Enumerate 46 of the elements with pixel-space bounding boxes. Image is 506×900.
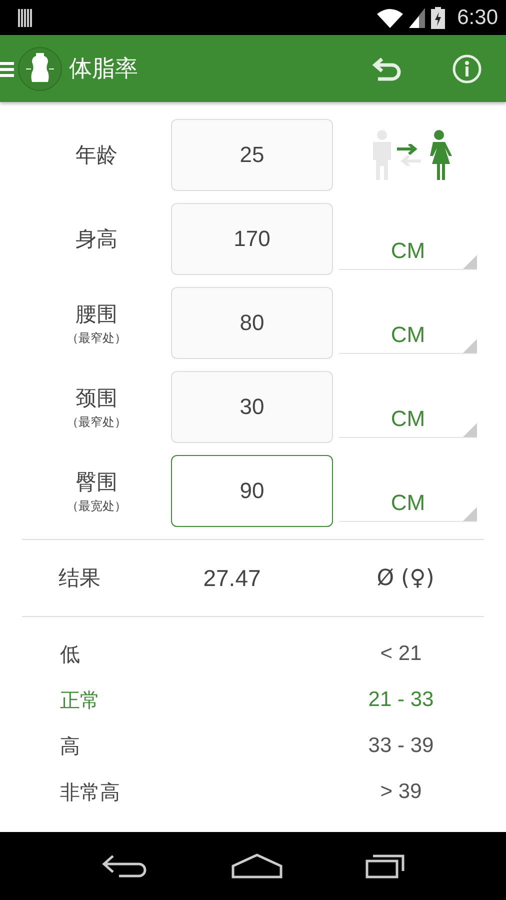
field-label: 腰围 bbox=[76, 300, 118, 328]
menu-icon[interactable] bbox=[0, 60, 14, 76]
dropdown-corner-icon bbox=[463, 339, 477, 353]
field-label: 身高 bbox=[76, 226, 118, 253]
home-icon[interactable] bbox=[231, 853, 283, 879]
field-label: 年龄 bbox=[76, 142, 118, 169]
clock-time: 6:30 bbox=[457, 6, 498, 30]
category-range: 21 - 33 bbox=[367, 688, 435, 712]
field-label: 颈围 bbox=[76, 384, 118, 412]
average-label: Ø (♀) bbox=[376, 566, 436, 590]
number-field[interactable]: 30 bbox=[171, 371, 333, 443]
recent-apps-icon[interactable] bbox=[365, 853, 405, 879]
number-field[interactable]: 90 bbox=[171, 455, 333, 527]
signal-icon bbox=[409, 8, 426, 28]
category-range: 33 - 39 bbox=[367, 734, 435, 758]
unit-dropdown[interactable]: CM bbox=[339, 232, 477, 270]
back-icon[interactable] bbox=[101, 853, 149, 879]
field-note: （最宽处） bbox=[66, 498, 126, 514]
field-note: （最窄处） bbox=[66, 414, 126, 430]
number-field[interactable]: 25 bbox=[171, 119, 333, 191]
field-note: （最窄处） bbox=[66, 330, 126, 346]
info-icon[interactable] bbox=[452, 54, 482, 84]
result-value: 27.47 bbox=[202, 564, 262, 592]
mannequin-icon[interactable] bbox=[18, 46, 62, 90]
number-field[interactable]: 170 bbox=[171, 203, 333, 275]
number-field[interactable]: 80 bbox=[171, 287, 333, 359]
notification-icon bbox=[18, 8, 32, 26]
app-title: 体脂率 bbox=[69, 55, 138, 84]
wifi-icon bbox=[377, 8, 404, 28]
unit-dropdown[interactable]: CM bbox=[339, 400, 477, 438]
unit-dropdown[interactable]: CM bbox=[339, 484, 477, 522]
field-label: 臀围 bbox=[76, 468, 118, 496]
undo-icon[interactable] bbox=[372, 56, 402, 82]
category-name: 高 bbox=[60, 732, 81, 760]
dropdown-corner-icon bbox=[463, 423, 477, 437]
dropdown-corner-icon bbox=[463, 255, 477, 269]
category-name: 正常 bbox=[60, 686, 101, 714]
category-range: < 21 bbox=[379, 642, 423, 666]
category-name: 低 bbox=[60, 640, 81, 668]
unit-dropdown[interactable]: CM bbox=[339, 316, 477, 354]
swap-arrows-icon bbox=[397, 144, 421, 166]
dropdown-corner-icon bbox=[463, 507, 477, 521]
category-range: > 39 bbox=[379, 780, 423, 804]
result-label: 结果 bbox=[58, 565, 102, 592]
battery-icon bbox=[431, 6, 446, 28]
category-name: 非常高 bbox=[60, 778, 121, 806]
